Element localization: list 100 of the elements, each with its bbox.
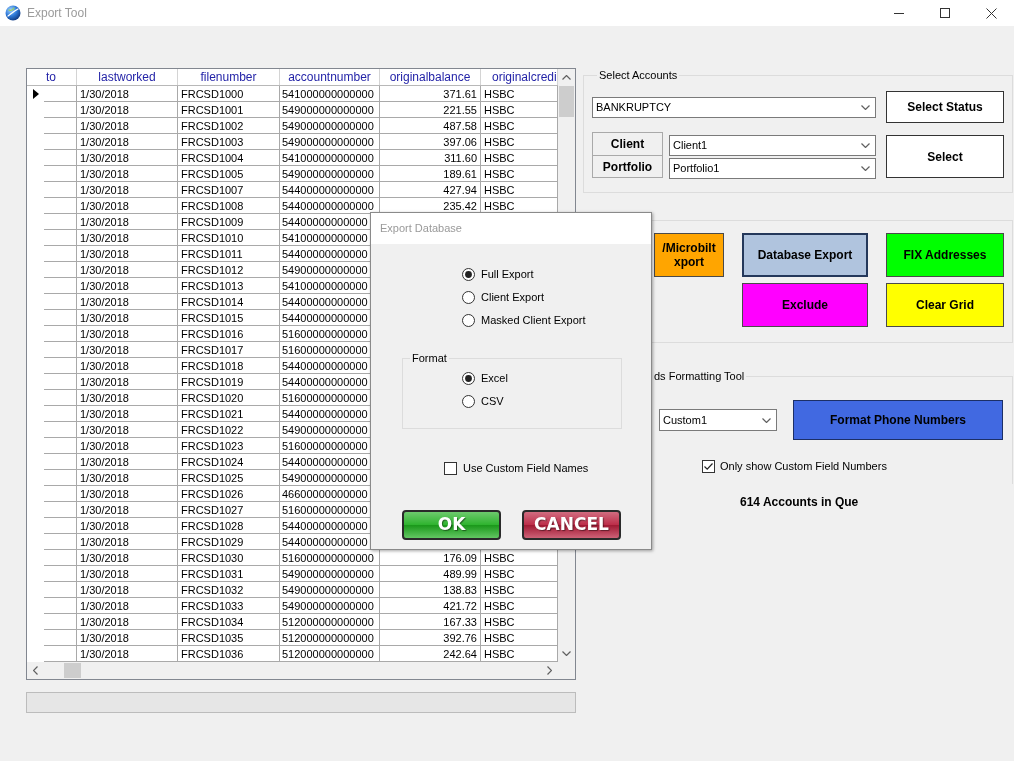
radio-option[interactable]: CSV [462,390,504,413]
file-number-text: FRCSD1020 [181,390,244,405]
field-dropdown[interactable]: Custom1 [659,409,777,431]
chevron-right-icon[interactable] [547,666,552,675]
account-number-text: 544000000000000 [282,198,374,213]
account-number-text: 51600000000000 [282,390,368,405]
date-text: 1/30/2018 [80,566,129,581]
date-text: 1/30/2018 [80,374,129,389]
amount-text: 189.61 [443,166,477,181]
date-text: 1/30/2018 [80,118,129,133]
account-number-text: 549000000000000 [282,582,374,597]
status-dropdown[interactable]: BANKRUPTCY [592,96,876,118]
amount-text: 371.61 [443,86,477,101]
date-text: 1/30/2018 [80,134,129,149]
checkbox-option[interactable]: Only show Custom Field Numbers [702,459,887,473]
minimize-icon [894,12,904,14]
file-number-text: FRCSD1007 [181,182,244,197]
account-number-text: 54400000000000 [282,534,368,549]
file-number-text: FRCSD1031 [181,566,244,581]
globe-icon [5,5,21,21]
portfolio-label: Portfolio [592,156,663,178]
file-number-text: FRCSD1008 [181,198,244,213]
radio-option[interactable]: Full Export [462,263,534,286]
date-text: 1/30/2018 [80,342,129,357]
client-dropdown[interactable]: Client1 [669,135,876,156]
date-text: 1/30/2018 [80,86,129,101]
checkbox[interactable] [702,459,715,473]
chevron-down-icon [762,417,771,423]
account-number-text: 512000000000000 [282,614,374,629]
client-label: Client [592,132,663,156]
date-text: 1/30/2018 [80,198,129,213]
amount-text: 138.83 [443,582,477,597]
column-header[interactable]: accountnumber [280,69,380,85]
radio-option[interactable]: Client Export [462,286,544,309]
amount-text: 235.42 [443,198,477,213]
radio-option[interactable]: Masked Client Export [462,309,586,332]
select-button[interactable]: Select [886,135,1004,178]
chevron-down-icon [861,104,870,110]
account-number-text: 541000000000000 [282,150,374,165]
column-header[interactable]: to [44,69,77,85]
window-title: Export Tool [27,5,87,22]
date-text: 1/30/2018 [80,502,129,517]
file-number-text: FRCSD1012 [181,262,244,277]
action-button[interactable]: Database Export [742,233,868,277]
chevron-left-icon[interactable] [33,666,38,675]
bank-name-text: HSBC [484,646,515,661]
bank-name-text: HSBC [484,566,515,581]
date-text: 1/30/2018 [80,102,129,117]
file-number-text: FRCSD1014 [181,294,244,309]
portfolio-dropdown[interactable]: Portfolio1 [669,158,876,179]
file-number-text: FRCSD1004 [181,150,244,165]
date-text: 1/30/2018 [80,550,129,565]
scroll-thumb[interactable] [64,663,81,678]
account-number-text: 512000000000000 [282,646,374,661]
select-status-button[interactable]: Select Status [886,91,1004,123]
format-phone-button[interactable]: Format Phone Numbers [793,400,1003,440]
action-button[interactable]: Exclude [742,283,868,327]
bank-name-text: HSBC [484,134,515,149]
scroll-thumb[interactable] [559,86,574,117]
radio-option[interactable]: Excel [462,367,508,390]
bank-name-text: HSBC [484,118,515,133]
account-number-text: 54400000000000 [282,214,368,229]
dialog-title: Export Database [380,221,462,237]
action-button[interactable]: Clear Grid [886,283,1004,327]
file-number-text: FRCSD1023 [181,438,244,453]
file-number-text: FRCSD1035 [181,630,244,645]
chevron-down-icon[interactable] [562,651,571,656]
account-number-text: 54900000000000 [282,470,368,485]
account-number-text: 54100000000000 [282,230,368,245]
file-number-text: FRCSD1032 [181,582,244,597]
bank-name-text: HSBC [484,150,515,165]
date-text: 1/30/2018 [80,182,129,197]
chevron-up-icon[interactable] [562,75,571,80]
queue-count-text: 614 Accounts in Que [740,495,859,509]
column-header[interactable]: lastworked [77,69,178,85]
dialog-button[interactable]: CANCEL [522,510,621,540]
column-header[interactable]: originalbalance [380,69,481,85]
file-number-text: FRCSD1011 [181,246,243,261]
column-header[interactable]: filenumber [178,69,280,85]
amount-text: 427.94 [443,182,477,197]
account-number-text: 549000000000000 [282,118,374,133]
account-number-text: 549000000000000 [282,102,374,117]
date-text: 1/30/2018 [80,630,129,645]
action-button[interactable]: /Microbilt xport [654,233,724,277]
date-text: 1/30/2018 [80,150,129,165]
maximize-icon [940,8,950,18]
file-number-text: FRCSD1001 [181,102,244,117]
file-number-text: FRCSD1027 [181,502,244,517]
amount-text: 176.09 [443,550,477,565]
account-number-text: 541000000000000 [282,86,374,101]
checkbox-option[interactable]: Use Custom Field Names [444,458,589,478]
action-button[interactable]: FIX Addresses [886,233,1004,277]
date-text: 1/30/2018 [80,262,129,277]
file-number-text: FRCSD1025 [181,470,244,485]
account-number-text: 51600000000000 [282,502,368,517]
checkbox[interactable] [444,461,457,475]
account-number-text: 516000000000000 [282,550,374,565]
file-number-text: FRCSD1036 [181,646,244,661]
group-title: Format [411,351,448,365]
account-number-text: 54400000000000 [282,454,368,469]
